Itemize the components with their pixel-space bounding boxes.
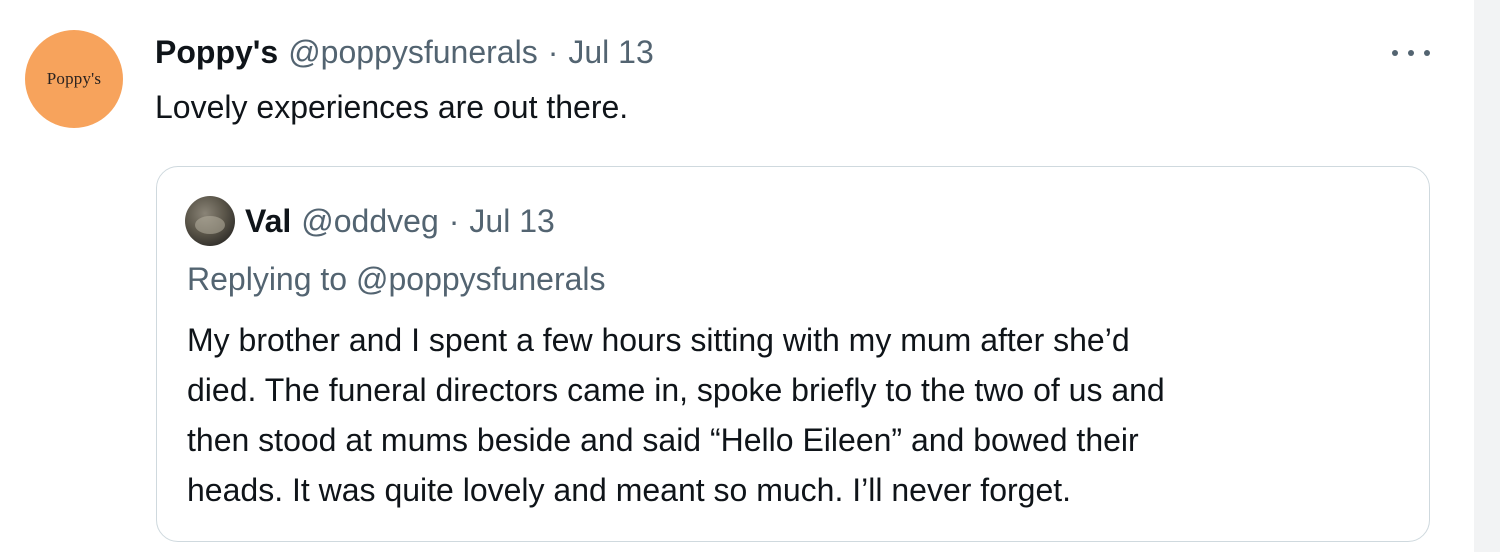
tweet-header: Poppy's @poppysfunerals · Jul 13 (155, 34, 654, 74)
separator-dot: · (448, 202, 460, 239)
quoted-text-line: then stood at mums beside and said “Hell… (187, 422, 1139, 458)
quoted-avatar[interactable] (185, 196, 235, 246)
quoted-tweet[interactable]: Val @oddveg · Jul 13 Replying to @poppys… (156, 166, 1430, 542)
quoted-text-line: My brother and I spent a few hours sitti… (187, 322, 1130, 358)
quoted-tweet-text: My brother and I spent a few hours sitti… (187, 315, 1407, 515)
tweet-text: Lovely experiences are out there. (155, 89, 629, 125)
more-horizontal-icon (1408, 50, 1414, 56)
avatar[interactable]: Poppy's (25, 30, 123, 128)
more-options-button[interactable] (1388, 40, 1434, 66)
display-name[interactable]: Poppy's (155, 34, 278, 71)
more-horizontal-icon (1392, 50, 1398, 56)
quoted-tweet-date: Jul 13 (469, 202, 555, 239)
right-gutter (1474, 0, 1500, 552)
quoted-tweet-header: Val @oddveg · Jul 13 (185, 195, 555, 247)
user-handle[interactable]: @poppysfunerals (288, 34, 538, 71)
avatar-logo-text: Poppy's (46, 69, 102, 88)
tweet-date[interactable]: Jul 13 (568, 34, 653, 71)
quoted-text-line: heads. It was quite lovely and meant so … (187, 472, 1072, 508)
quoted-user-handle: @oddveg (301, 202, 439, 239)
quoted-text-line: died. The funeral directors came in, spo… (187, 372, 1165, 408)
tweet[interactable]: Poppy's Poppy's @poppysfunerals · Jul 13… (0, 0, 1474, 552)
separator-dot: · (547, 34, 559, 70)
quoted-display-name: Val (245, 202, 292, 239)
more-horizontal-icon (1424, 50, 1430, 56)
replying-to: Replying to @poppysfunerals (187, 261, 606, 297)
